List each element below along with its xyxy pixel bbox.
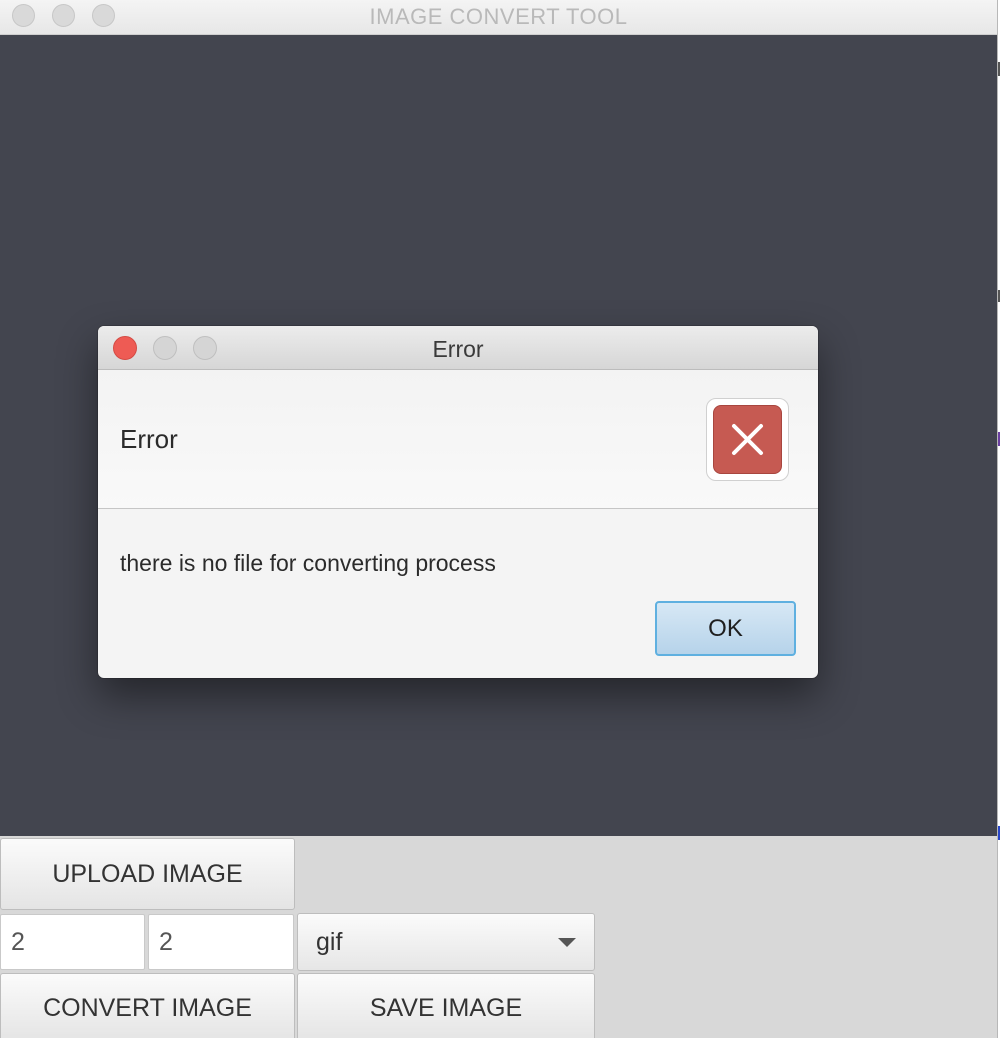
ok-button[interactable]: OK — [655, 601, 796, 656]
upload-image-button[interactable]: UPLOAD IMAGE — [0, 838, 295, 910]
error-dialog: Error Error there is no file for convert… — [98, 326, 818, 678]
dialog-titlebar: Error — [98, 326, 818, 370]
height-input[interactable]: 2 — [148, 914, 294, 970]
error-icon-frame — [706, 398, 789, 481]
chevron-down-icon — [558, 938, 576, 947]
format-select-value: gif — [316, 927, 343, 956]
dialog-title: Error — [432, 336, 484, 362]
width-input[interactable]: 2 — [0, 914, 145, 970]
dialog-message: there is no file for converting process — [120, 550, 496, 576]
convert-image-button[interactable]: CONVERT IMAGE — [0, 973, 295, 1038]
dialog-header: Error — [98, 370, 818, 509]
save-image-button[interactable]: SAVE IMAGE — [297, 973, 595, 1038]
error-x-icon — [713, 405, 782, 474]
controls-panel: UPLOAD IMAGE 2 2 gif CONVERT IMAGE SAVE … — [0, 836, 997, 1038]
format-select[interactable]: gif — [297, 913, 595, 971]
main-titlebar: IMAGE CONVERT TOOL — [0, 0, 997, 35]
dialog-header-text: Error — [120, 424, 178, 454]
window-title: IMAGE CONVERT TOOL — [369, 4, 628, 29]
